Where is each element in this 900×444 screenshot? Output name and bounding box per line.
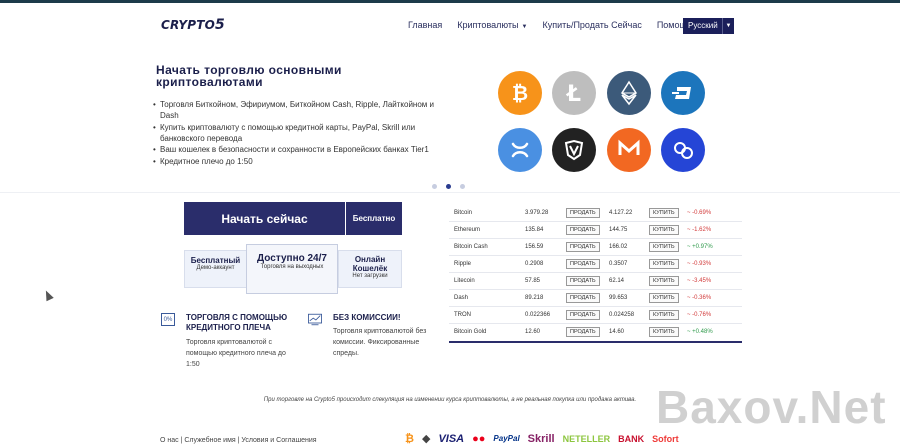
buy-button[interactable]: КУПИТЬ: [649, 293, 679, 303]
gridcoin-icon: [661, 128, 705, 172]
skrill-logo: Skrill: [527, 432, 555, 444]
nav-cryptocurrencies[interactable]: Криптовалюты ▼: [457, 20, 527, 30]
percent-icon: 0%: [161, 313, 175, 326]
price-table: Bitcoin 3.979.28 ПРОДАТЬ 4.127.22 КУПИТЬ…: [449, 205, 742, 343]
tile-subtitle: Демо-аккаунт: [196, 265, 235, 271]
buy-button[interactable]: КУПИТЬ: [649, 327, 679, 337]
change-value: ~ -1.62%: [687, 227, 712, 233]
sell-button[interactable]: ПРОДАТЬ: [566, 293, 600, 303]
buy-button[interactable]: КУПИТЬ: [649, 276, 679, 286]
section-divider: [0, 192, 900, 193]
dash-icon: [661, 71, 705, 115]
hero-bullet: Кредитное плечо до 1:50: [153, 156, 440, 167]
footer-links[interactable]: О нас | Служебное имя | Условия и Соглаш…: [160, 437, 317, 444]
free-button[interactable]: Бесплатно: [346, 202, 402, 235]
sell-button[interactable]: ПРОДАТЬ: [566, 242, 600, 252]
payment-logos: ₿ ◆ VISA ●● PayPal Skrill NETELLER BANK …: [405, 432, 687, 444]
feature-text: Торговля криптовалютой с помощью кредитн…: [186, 339, 286, 368]
monero-icon: [607, 128, 651, 172]
feature-title: БЕЗ КОМИССИИ!: [333, 313, 401, 322]
ripple-icon: [498, 128, 542, 172]
top-accent-bar: [0, 0, 900, 3]
table-row: TRON 0.022366 ПРОДАТЬ 0.024258 КУПИТЬ ~ …: [449, 307, 742, 324]
paypal-logo: PayPal: [493, 434, 520, 443]
hero-bullets: Торговля Биткойном, Эфириумом, Биткойном…: [153, 99, 440, 167]
table-row: Ripple 0.2908 ПРОДАТЬ 0.3507 КУПИТЬ ~ -0…: [449, 256, 742, 273]
mouse-cursor-icon: [42, 288, 54, 302]
table-row: Bitcoin Gold 12.60 ПРОДАТЬ 14.60 КУПИТЬ …: [454, 327, 713, 337]
carousel-dot[interactable]: [432, 184, 437, 189]
buy-button[interactable]: КУПИТЬ: [649, 310, 679, 320]
hero-bullet: Торговля Биткойном, Эфириумом, Биткойном…: [153, 99, 440, 121]
litecoin-icon: Ł: [552, 71, 596, 115]
feature-title: ТОРГОВЛЯ С ПОМОЩЬЮ КРЕДИТНОГО ПЛЕЧА: [186, 313, 288, 332]
change-value: ~ -0.93%: [687, 261, 712, 267]
tile-subtitle: Нет загрузки: [352, 273, 388, 279]
change-value: ~ +0.48%: [687, 329, 713, 335]
bank-logo: BANK: [618, 433, 645, 444]
feature-text: Торговля криптовалютой без комиссии. Фик…: [333, 328, 427, 357]
carousel-dot[interactable]: [460, 184, 465, 189]
demo-account-tile[interactable]: Бесплатный Демо-аккаунт: [184, 250, 247, 288]
ethereum-icon: [607, 71, 651, 115]
tile-title: Онлайн Кошелёк: [352, 255, 388, 273]
hero-bullet: Ваш кошелек в безопасности и сохранности…: [153, 144, 440, 155]
svg-text:Ł: Ł: [566, 82, 581, 106]
tile-subtitle: Торговля на выходных: [260, 264, 324, 270]
online-wallet-tile[interactable]: Онлайн Кошелёк Нет загрузки: [338, 250, 402, 288]
hero-title: Начать торговлю основными криптовалютами: [156, 63, 342, 89]
bitcoin-payment-icon: ₿: [405, 432, 414, 444]
sell-button[interactable]: ПРОДАТЬ: [566, 225, 600, 235]
sell-button[interactable]: ПРОДАТЬ: [566, 276, 600, 286]
carousel-dot-active[interactable]: [446, 184, 451, 189]
visa-logo: VISA: [438, 432, 465, 444]
sell-button[interactable]: ПРОДАТЬ: [566, 259, 600, 269]
ethereum-payment-icon: ◆: [421, 433, 431, 444]
change-value: ~ -0.36%: [687, 295, 712, 301]
main-nav: Главная Криптовалюты ▼ Купить/Продать Сей…: [408, 20, 707, 30]
change-value: ~ -3.45%: [687, 278, 712, 284]
change-value: ~ -0.69%: [687, 210, 712, 216]
table-row: Dash 89.218 ПРОДАТЬ 99.653 КУПИТЬ ~ -0.3…: [449, 290, 742, 307]
sell-button[interactable]: ПРОДАТЬ: [566, 208, 600, 218]
buy-button[interactable]: КУПИТЬ: [649, 242, 679, 252]
bitcoin-icon: ₿: [498, 71, 542, 115]
svg-text:₿: ₿: [512, 81, 528, 105]
nav-buy-sell[interactable]: Купить/Продать Сейчас: [542, 20, 641, 30]
chevron-down-icon: ▼: [722, 18, 734, 34]
language-select[interactable]: Русский ▼: [683, 18, 734, 34]
available-24-7-tile[interactable]: Доступно 24/7 Торговля на выходных: [246, 244, 338, 294]
sell-button[interactable]: ПРОДАТЬ: [566, 310, 600, 320]
change-value: ~ +0.97%: [687, 244, 713, 250]
neteller-logo: NETELLER: [562, 433, 611, 444]
watermark: Baxov.Net: [656, 381, 887, 433]
carousel-dots: [432, 184, 474, 189]
chart-icon: [308, 313, 322, 326]
table-row: Ethereum 135.84 ПРОДАТЬ 144.75 КУПИТЬ ~ …: [449, 222, 742, 239]
nav-home[interactable]: Главная: [408, 20, 442, 30]
table-row: Bitcoin Cash 156.59 ПРОДАТЬ 166.02 КУПИТ…: [449, 239, 742, 256]
crypto5-logo[interactable]: CRYPTO5: [161, 17, 225, 33]
sofort-logo: Sofort: [652, 433, 679, 444]
buy-button[interactable]: КУПИТЬ: [649, 259, 679, 269]
mastercard-logo: ●●: [472, 432, 486, 444]
sell-button[interactable]: ПРОДАТЬ: [566, 327, 600, 337]
buy-button[interactable]: КУПИТЬ: [649, 225, 679, 235]
hero-bullet: Купить криптовалюту с помощью кредитной …: [153, 122, 440, 144]
nem-icon: [552, 128, 596, 172]
table-row: Litecoin 57.85 ПРОДАТЬ 62.14 КУПИТЬ ~ -3…: [449, 273, 742, 290]
start-now-button[interactable]: Начать сейчас: [184, 202, 345, 235]
chevron-down-icon: ▼: [521, 24, 528, 30]
tile-title: Доступно 24/7: [257, 253, 327, 264]
change-value: ~ -0.76%: [687, 312, 712, 318]
buy-button[interactable]: КУПИТЬ: [649, 208, 679, 218]
tile-title: Бесплатный: [190, 256, 241, 265]
table-row: Bitcoin 3.979.28 ПРОДАТЬ 4.127.22 КУПИТЬ…: [449, 205, 742, 222]
